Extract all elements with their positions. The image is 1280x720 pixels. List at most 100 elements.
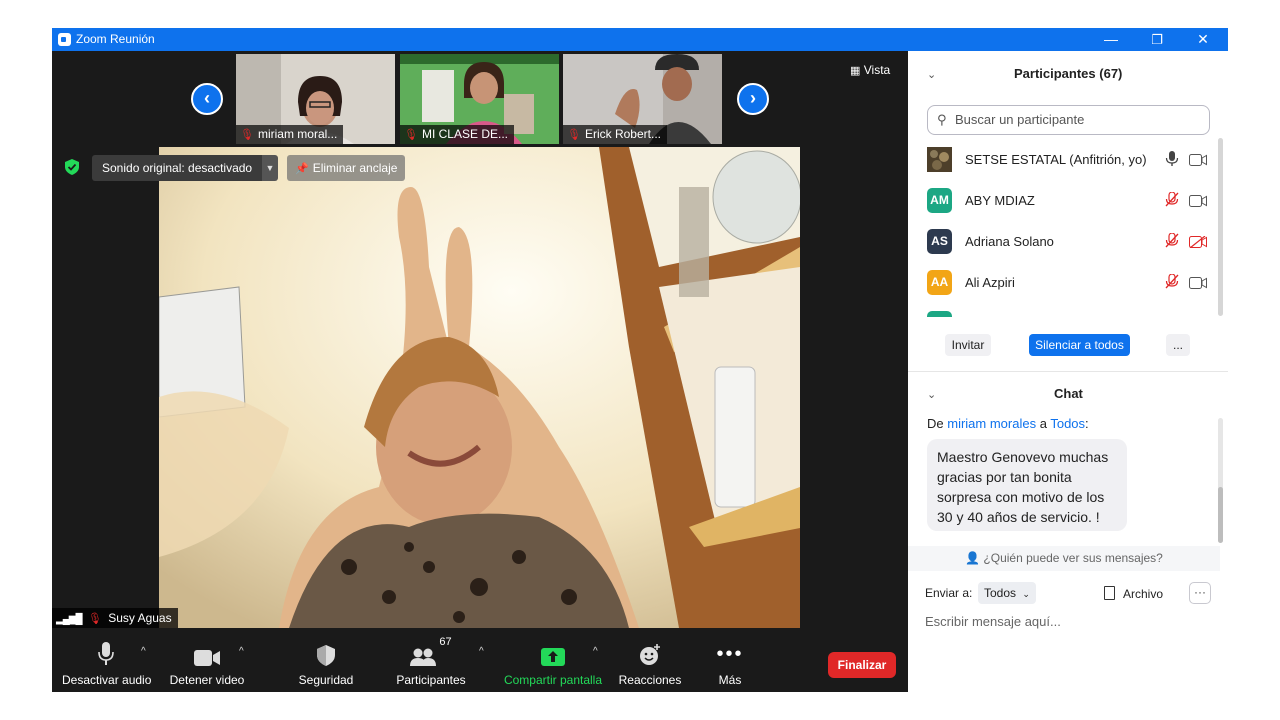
share-options-caret[interactable]: ^ (593, 646, 598, 657)
original-sound-button[interactable]: Sonido original: desactivado (92, 155, 263, 181)
more-label: Más (718, 673, 742, 687)
thumbnail-name: MI CLASE DE... (421, 127, 508, 141)
mute-audio-button[interactable]: Desactivar audio (62, 636, 152, 692)
participants-button[interactable]: 67 Participantes (392, 636, 470, 692)
video-camera-icon[interactable] (1189, 277, 1207, 289)
audio-options-caret[interactable]: ^ (141, 646, 146, 657)
video-camera-icon[interactable] (1189, 154, 1207, 166)
unpin-label: Eliminar anclaje (312, 161, 398, 175)
thumbnail-name: miriam moral... (257, 127, 338, 141)
recipient-name[interactable]: Todos (1050, 416, 1085, 431)
participant-thumbnail[interactable]: 🎙 MI CLASE DE... (400, 54, 559, 144)
send-to-dropdown[interactable]: Todos ⌄ (978, 582, 1036, 604)
from-prefix: De (927, 416, 944, 431)
reactions-icon (640, 644, 660, 665)
video-camera-icon (194, 650, 220, 666)
avatar (927, 311, 952, 317)
invite-button[interactable]: Invitar (945, 334, 991, 356)
mic-muted-icon: 🎙 (87, 613, 102, 625)
participants-more-button[interactable]: ... (1166, 334, 1190, 356)
more-button[interactable]: ••• Más (702, 636, 758, 692)
close-button[interactable]: ✕ (1180, 30, 1226, 49)
participant-status-icons (1165, 151, 1207, 171)
share-screen-button[interactable]: Compartir pantalla (500, 636, 606, 692)
thumbnail-name-label: 🎙 Erick Robert... (563, 125, 667, 144)
avatar (927, 147, 952, 172)
chevron-down-icon: ⌄ (1022, 589, 1030, 599)
speaker-name: Susy Aguas (108, 611, 172, 625)
end-meeting-button[interactable]: Finalizar (828, 652, 896, 678)
mic-muted-icon: 🎙 (240, 129, 254, 141)
search-placeholder: Buscar un participante (955, 112, 1085, 127)
participants-title: Participantes (67) (1014, 66, 1123, 81)
prev-page-button[interactable]: ‹ (191, 83, 223, 115)
participant-thumbnail[interactable]: 🎙 Erick Robert... (563, 54, 722, 144)
participant-name: SETSE ESTATAL (Anfitrión, yo) (965, 152, 1147, 167)
participant-row[interactable]: SETSE ESTATAL (Anfitrión, yo) (927, 144, 1217, 174)
mic-muted-icon[interactable] (1165, 273, 1179, 289)
chat-message-bubble: Maestro Genovevo muchas gracias por tan … (927, 439, 1127, 531)
chat-scrollbar[interactable] (1218, 487, 1223, 543)
participant-row[interactable]: AA Ali Azpiri (927, 267, 1217, 297)
unpin-button[interactable]: 📌 Eliminar anclaje (287, 155, 406, 181)
meeting-toolbar: Desactivar audio ^ Detener video ^ Segur… (52, 636, 908, 692)
mic-muted-icon[interactable] (1165, 232, 1179, 248)
active-speaker-video (159, 147, 800, 628)
video-off-icon[interactable] (1189, 235, 1207, 249)
send-to-label: Enviar a: (925, 586, 973, 600)
participants-options-caret[interactable]: ^ (479, 646, 484, 657)
file-button[interactable]: Archivo (1104, 586, 1163, 601)
sender-name[interactable]: miriam morales (947, 416, 1036, 431)
grid-view-icon: ▦ (850, 65, 861, 77)
participant-row[interactable]: AS Adriana Solano (927, 226, 1217, 256)
minimize-button[interactable]: — (1088, 30, 1134, 49)
participant-search-input[interactable]: ⚲ Buscar un participante (927, 105, 1210, 135)
microphone-icon[interactable] (1165, 151, 1179, 166)
view-button[interactable]: ▦ Vista (850, 63, 890, 77)
security-shield-icon (65, 159, 79, 175)
divider (908, 371, 1228, 372)
participant-name: Ali Azpiri (965, 275, 1015, 290)
main-video-image (159, 147, 800, 628)
thumbnail-name-label: 🎙 miriam moral... (236, 125, 344, 144)
participant-row[interactable]: AM ABY MDIAZ (927, 185, 1217, 215)
chat-more-button[interactable]: ··· (1189, 582, 1211, 604)
collapse-participants-icon[interactable]: ⌄ (927, 68, 936, 81)
avatar: AA (927, 270, 952, 295)
stop-video-button[interactable]: Detener video (167, 636, 247, 692)
chat-message-input[interactable]: Escribir mensaje aquí... (925, 614, 1061, 629)
share-label: Compartir pantalla (503, 673, 603, 687)
signal-strength-icon: ▂▄▆█ (56, 614, 83, 625)
chat-title: Chat (1054, 386, 1083, 401)
window-title: Zoom Reunión (76, 32, 155, 46)
participant-thumbnail[interactable]: 🎙 miriam moral... (236, 54, 395, 144)
collapse-chat-icon[interactable]: ⌄ (927, 388, 936, 401)
video-label: Detener video (169, 673, 245, 687)
original-sound-dropdown[interactable]: ▼ (262, 155, 278, 181)
participants-label: Participantes (396, 673, 466, 687)
reactions-button[interactable]: Reacciones (617, 636, 683, 692)
side-panel: ⌄ Participantes (67) ⚲ Buscar un partici… (908, 51, 1228, 692)
video-camera-icon[interactable] (1189, 195, 1207, 207)
who-can-see-messages[interactable]: 👤 ¿Quién puede ver sus mensajes? (908, 546, 1220, 571)
avatar-image (927, 147, 952, 172)
participants-scrollbar[interactable] (1218, 138, 1223, 316)
security-icon (317, 645, 335, 666)
meeting-area: ‹ 🎙 miriam moral... 🎙 MI CLASE DE... 🎙 E… (52, 51, 908, 692)
participant-count: 67 (439, 636, 452, 648)
thumbnail-name: Erick Robert... (584, 127, 661, 141)
video-options-caret[interactable]: ^ (239, 646, 244, 657)
microphone-icon (98, 642, 114, 665)
file-icon (1104, 586, 1115, 600)
mute-all-button[interactable]: Silenciar a todos (1029, 334, 1130, 356)
security-label: Seguridad (298, 673, 354, 687)
audio-label: Desactivar audio (62, 673, 152, 687)
to-word: a (1039, 416, 1047, 431)
mic-muted-icon: 🎙 (567, 129, 581, 141)
security-button[interactable]: Seguridad (292, 636, 360, 692)
mic-muted-icon[interactable] (1165, 191, 1179, 207)
restore-button[interactable]: ❐ (1134, 30, 1180, 49)
file-label: Archivo (1123, 587, 1164, 601)
mic-muted-icon: 🎙 (404, 129, 418, 141)
next-page-button[interactable]: › (737, 83, 769, 115)
